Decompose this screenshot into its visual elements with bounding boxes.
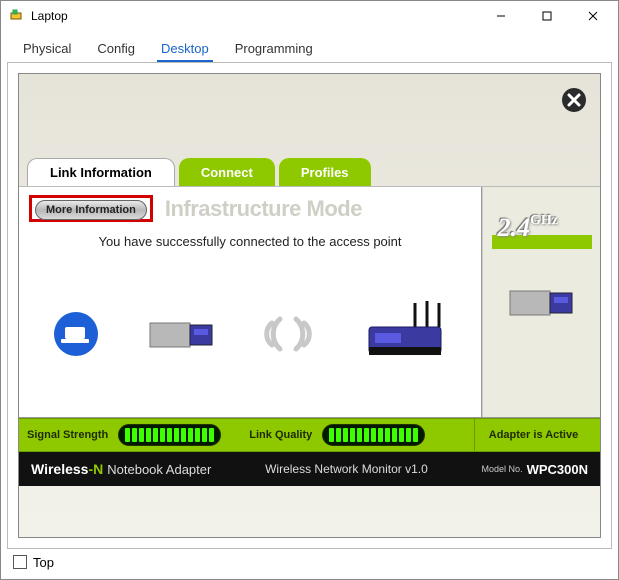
success-message: You have successfully connected to the a… [19,224,481,249]
signal-strength-label: Signal Strength [27,429,108,441]
footer-strip: Wireless-N Notebook Adapter Wireless Net… [19,452,600,486]
monitor-header-area [19,74,600,156]
more-information-button[interactable]: More Information [35,200,147,220]
signal-strength-meter [118,424,221,446]
wireless-monitor: Link Information Connect Profiles More I… [18,73,601,538]
meter-strip: Signal Strength Link Quality Adapter is … [19,418,600,452]
tab-physical[interactable]: Physical [19,37,75,62]
adapter-card-small-icon [506,279,578,328]
monitor-right-pane: 2.4GHz [482,187,600,417]
model-label: Model No. [482,464,523,474]
close-button[interactable] [570,2,616,30]
monitor-main: More Information Infrastructure Mode You… [19,186,600,418]
window-title: Laptop [31,9,478,23]
laptop-window: Laptop Physical Config Desktop Programmi… [0,0,619,580]
tab-config[interactable]: Config [93,37,139,62]
mtab-link-info[interactable]: Link Information [27,158,175,186]
product-name: Notebook Adapter [107,462,211,477]
tab-programming[interactable]: Programming [231,37,317,62]
mtab-connect[interactable]: Connect [179,158,275,186]
adapter-card-icon [146,311,216,360]
frequency-indicator: 2.4GHz [492,215,592,255]
maximize-button[interactable] [524,2,570,30]
model-number: WPC300N [527,462,588,477]
wifi-signal-icon [260,309,316,362]
brand-text-b: -N [88,461,103,477]
mtab-profiles[interactable]: Profiles [279,158,371,186]
laptop-icon [51,309,101,362]
close-icon[interactable] [560,86,588,114]
top-checkbox-label: Top [33,555,54,570]
minimize-button[interactable] [478,2,524,30]
app-tabstrip: Physical Config Desktop Programming [7,37,612,63]
desktop-panel: Link Information Connect Profiles More I… [7,62,612,549]
monitor-tabs: Link Information Connect Profiles [19,156,600,186]
link-quality-label: Link Quality [249,429,312,441]
client-area: Physical Config Desktop Programming Link… [1,31,618,579]
brand-text-a: Wireless [31,461,88,477]
monitor-name: Wireless Network Monitor v1.0 [211,462,481,476]
link-quality-meter [322,424,425,446]
titlebar: Laptop [1,1,618,31]
more-info-highlight: More Information [29,195,153,222]
app-icon [9,8,25,24]
monitor-left-pane: More Information Infrastructure Mode You… [19,187,482,417]
mode-title: Infrastructure Mode [165,196,471,222]
adapter-status: Adapter is Active [474,419,592,451]
top-checkbox[interactable] [13,555,27,569]
tab-desktop[interactable]: Desktop [157,37,213,62]
device-row [19,249,481,417]
router-icon [361,299,449,372]
bottom-bar: Top [7,549,612,575]
